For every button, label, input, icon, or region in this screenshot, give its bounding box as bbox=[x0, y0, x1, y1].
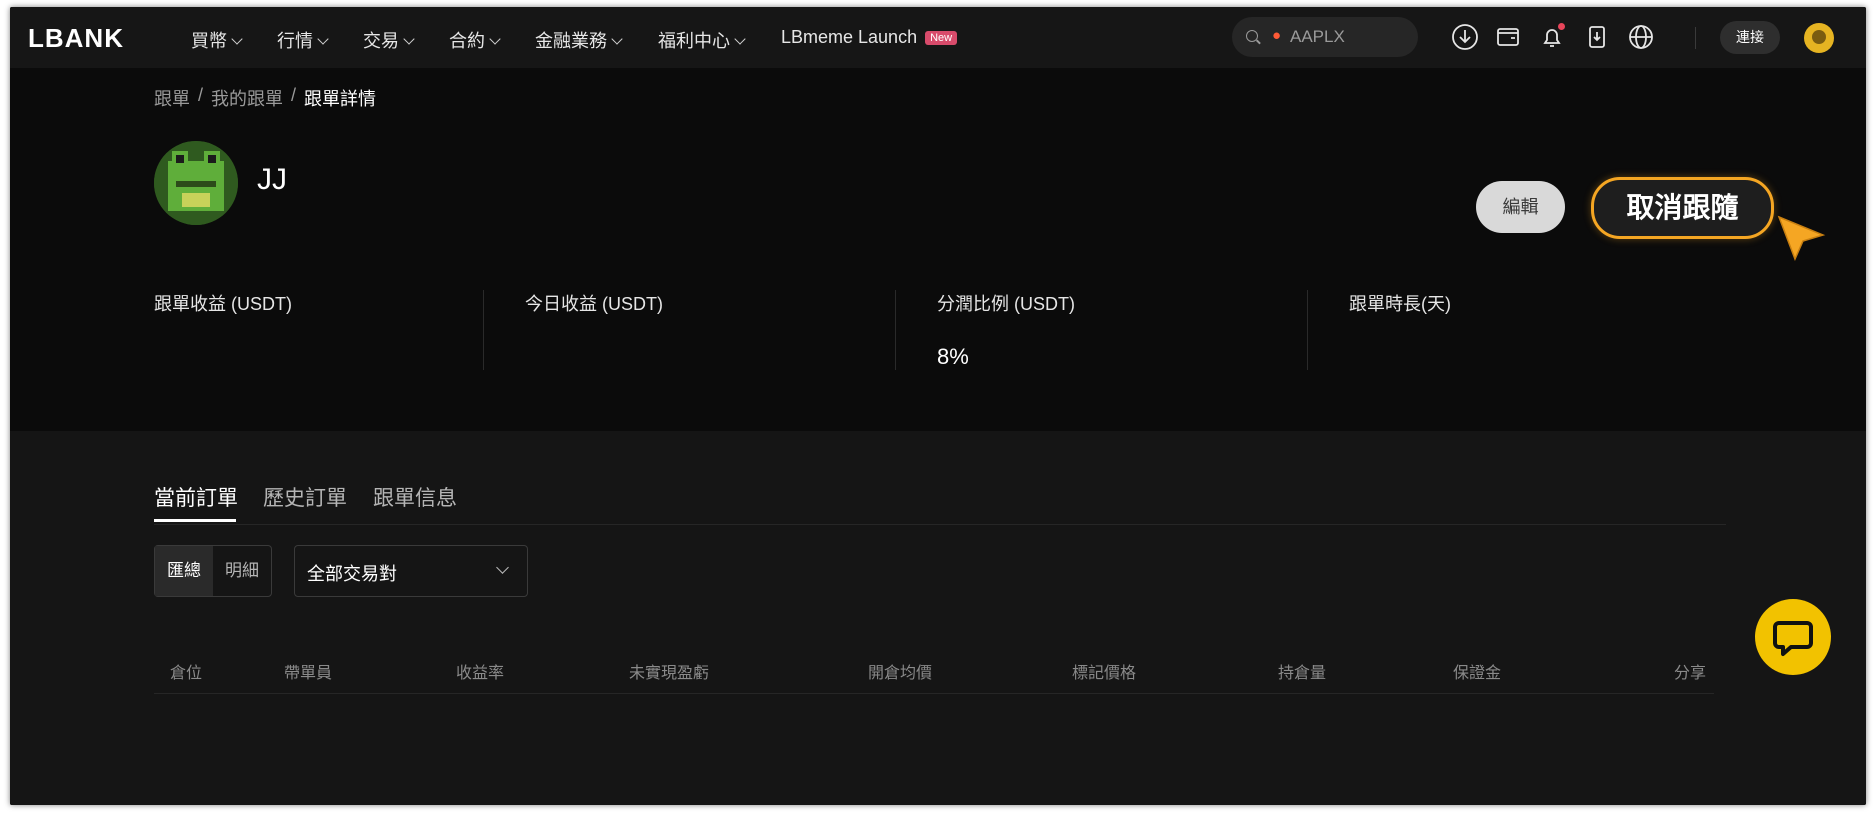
breadcrumb-my-copy-trading[interactable]: 我的跟單 bbox=[211, 85, 283, 111]
chevron-down-icon bbox=[734, 33, 746, 45]
nav-item-rewards[interactable]: 福利中心 bbox=[658, 27, 746, 53]
nav-item-finance[interactable]: 金融業務 bbox=[535, 27, 623, 53]
search-value: AAPLX bbox=[1290, 27, 1345, 46]
nav-item-trade[interactable]: 交易 bbox=[363, 27, 415, 53]
segment-summary[interactable]: 匯總 bbox=[155, 546, 213, 596]
column-roi: 收益率 bbox=[456, 665, 505, 682]
chevron-down-icon bbox=[611, 33, 623, 45]
chevron-down-icon bbox=[489, 33, 501, 45]
stat-divider bbox=[1307, 290, 1308, 370]
stat-label-copy-pnl: 跟單收益 (USDT) bbox=[154, 294, 292, 314]
unread-dot bbox=[1558, 23, 1565, 30]
breadcrumb-separator: / bbox=[198, 85, 204, 105]
tab-copy-info[interactable]: 跟單信息 bbox=[373, 482, 457, 512]
app-frame: LBANK 買幣 行情 交易 合約 金融業務 福利中心 LBmeme Launc… bbox=[10, 7, 1866, 805]
nav-item-lbmeme-launch[interactable]: LBmeme Launch New bbox=[781, 27, 958, 48]
connect-button[interactable]: 連接 bbox=[1720, 21, 1780, 54]
column-lead-trader: 帶單員 bbox=[284, 665, 333, 682]
column-share: 分享 bbox=[1674, 665, 1707, 682]
view-mode-toggle: 匯總 明細 bbox=[154, 545, 272, 597]
user-avatar[interactable] bbox=[1804, 23, 1834, 53]
chevron-down-icon bbox=[403, 33, 415, 45]
nav-item-futures[interactable]: 合約 bbox=[449, 27, 501, 53]
stat-divider bbox=[483, 290, 484, 370]
notification-bell-icon[interactable] bbox=[1535, 20, 1569, 54]
column-unrealized-pnl: 未實現盈虧 bbox=[629, 665, 710, 682]
breadcrumb-current: 跟單詳情 bbox=[304, 89, 376, 109]
trader-avatar bbox=[154, 141, 238, 225]
stat-label-today-pnl: 今日收益 (USDT) bbox=[525, 294, 663, 314]
chevron-down-icon bbox=[496, 561, 509, 574]
new-badge: New bbox=[925, 31, 958, 45]
chat-bubble-icon bbox=[1773, 621, 1813, 656]
column-position: 倉位 bbox=[170, 665, 203, 682]
tabs-divider bbox=[154, 524, 1726, 525]
stat-divider bbox=[895, 290, 896, 370]
trading-pair-select[interactable]: 全部交易對 bbox=[294, 545, 528, 597]
globe-icon[interactable] bbox=[1624, 20, 1658, 54]
chevron-down-icon bbox=[317, 33, 329, 45]
stat-label-duration: 跟單時長(天) bbox=[1349, 294, 1451, 314]
segment-details[interactable]: 明細 bbox=[213, 546, 271, 596]
breadcrumb-copy-trading[interactable]: 跟單 bbox=[154, 85, 190, 111]
tab-order-history[interactable]: 歷史訂單 bbox=[263, 482, 347, 512]
edit-button[interactable]: 編輯 bbox=[1476, 181, 1565, 233]
search-input[interactable]: ● AAPLX bbox=[1232, 17, 1418, 57]
trading-pair-value: 全部交易對 bbox=[307, 564, 397, 584]
app-download-icon[interactable] bbox=[1580, 20, 1614, 54]
top-nav: LBANK 買幣 行情 交易 合約 金融業務 福利中心 LBmeme Launc… bbox=[10, 7, 1866, 68]
chevron-down-icon bbox=[231, 33, 243, 45]
nav-item-buy-crypto[interactable]: 買幣 bbox=[191, 27, 243, 53]
pointer-cursor-icon bbox=[1775, 213, 1827, 268]
column-position-size: 持倉量 bbox=[1278, 665, 1327, 682]
fire-icon: ● bbox=[1272, 27, 1282, 44]
search-icon bbox=[1246, 30, 1258, 42]
breadcrumb-separator: / bbox=[291, 85, 297, 105]
nav-item-markets[interactable]: 行情 bbox=[277, 27, 329, 53]
nav-divider bbox=[1695, 27, 1696, 49]
download-icon[interactable] bbox=[1448, 20, 1482, 54]
column-mark-price: 標記價格 bbox=[1072, 665, 1137, 682]
table-header-divider bbox=[154, 693, 1714, 694]
active-tab-indicator bbox=[154, 519, 236, 522]
column-margin: 保證金 bbox=[1453, 665, 1502, 682]
stat-value-profit-share: 8% bbox=[937, 344, 969, 369]
stat-label-profit-share: 分潤比例 (USDT) bbox=[937, 294, 1075, 314]
tab-current-orders[interactable]: 當前訂單 bbox=[154, 482, 238, 512]
column-entry-price: 開倉均價 bbox=[868, 665, 933, 682]
support-chat-button[interactable] bbox=[1755, 599, 1831, 675]
wallet-icon[interactable] bbox=[1491, 20, 1525, 54]
unfollow-button[interactable]: 取消跟隨 bbox=[1591, 177, 1774, 239]
trader-name: JJ bbox=[257, 163, 287, 196]
lbank-logo[interactable]: LBANK bbox=[28, 23, 124, 54]
